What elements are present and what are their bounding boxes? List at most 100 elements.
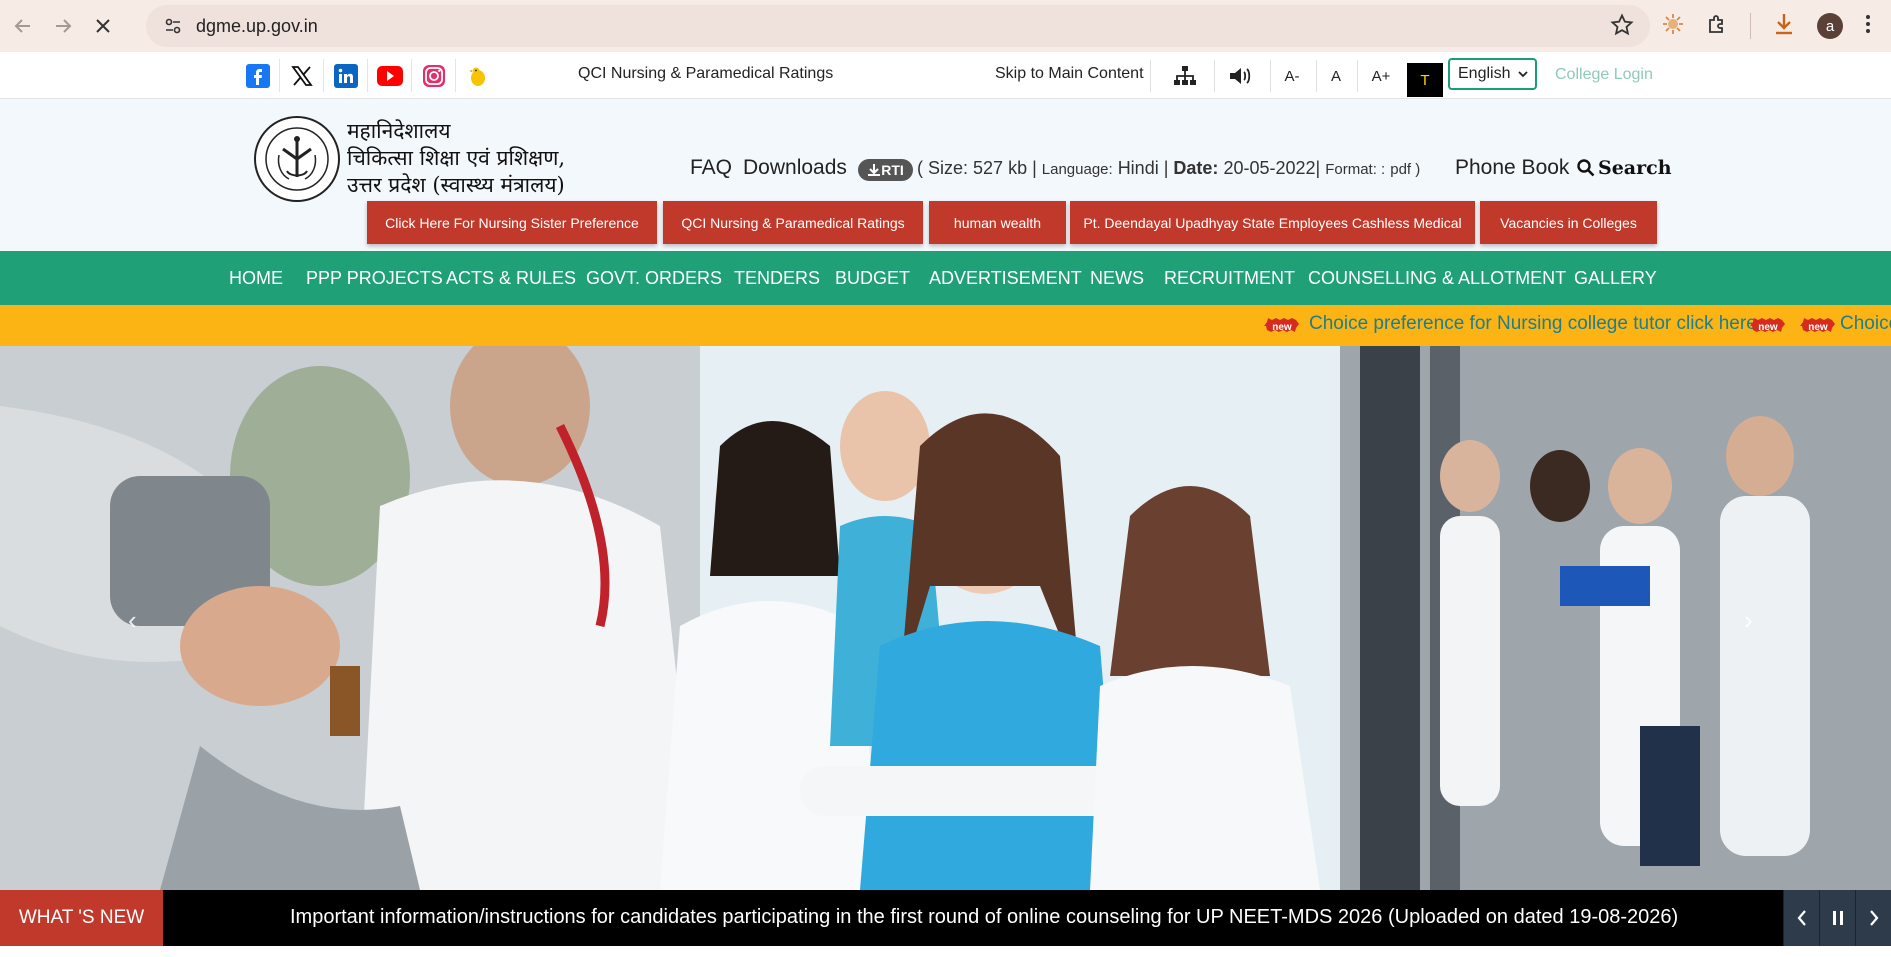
bookmark-star-icon[interactable] [1610, 13, 1634, 42]
close-icon [96, 19, 110, 33]
sitemap-icon[interactable] [1170, 60, 1200, 92]
nursing-sister-preference-button[interactable]: Click Here For Nursing Sister Preference [367, 201, 657, 244]
format-label: Format: : [1325, 161, 1386, 178]
nav-counselling-allotment[interactable]: COUNSELLING & ALLOTMENT [1308, 268, 1566, 289]
rti-label: RTI [881, 162, 904, 178]
carousel-next-icon[interactable]: › [1744, 605, 1753, 636]
up-government-emblem-logo[interactable] [253, 115, 341, 203]
carousel-prev-icon[interactable]: ‹ [128, 605, 137, 636]
language-label: Language: [1041, 161, 1113, 178]
qci-ratings-link[interactable]: QCI Nursing & Paramedical Ratings [578, 65, 833, 83]
whats-new-text[interactable]: Important information/instructions for c… [290, 906, 1678, 929]
back-button[interactable] [6, 9, 40, 43]
svg-text:new: new [1758, 322, 1778, 333]
divider [1270, 60, 1271, 92]
new-badge-icon: new [1750, 318, 1785, 333]
svg-text:new: new [1808, 322, 1828, 333]
size-value: 527 kb [973, 158, 1028, 178]
divider [1214, 60, 1215, 92]
address-bar[interactable]: dgme.up.gov.in [146, 5, 1650, 47]
nav-ppp-projects[interactable]: PPP PROJECTS [306, 268, 443, 289]
chevron-right-icon [1869, 910, 1878, 926]
department-name-line2: चिकित्सा शिक्षा एवं प्रशिक्षण, [347, 146, 566, 170]
youtube-icon[interactable] [368, 59, 412, 92]
site-info-icon[interactable] [158, 11, 188, 41]
x-icon[interactable] [280, 59, 324, 92]
nav-tenders[interactable]: TENDERS [734, 268, 820, 289]
qci-ratings-button[interactable]: QCI Nursing & Paramedical Ratings [663, 201, 923, 244]
nav-recruitment[interactable]: RECRUITMENT [1164, 268, 1295, 289]
format-value: pdf ) [1390, 161, 1421, 178]
divider [1357, 60, 1358, 92]
divider [1316, 60, 1317, 92]
size-label: ( Size: [917, 158, 969, 178]
whats-new-next-button[interactable] [1855, 890, 1891, 946]
language-value: Hindi [1117, 158, 1159, 178]
human-wealth-button[interactable]: human wealth [929, 201, 1066, 244]
nav-gallery[interactable]: GALLERY [1574, 268, 1657, 289]
faq-link[interactable]: FAQ [690, 156, 732, 180]
koo-icon[interactable] [456, 59, 500, 92]
nav-advertisement[interactable]: ADVERTISEMENT [929, 268, 1082, 289]
department-name-line3: उत्तर प्रदेश (स्वास्थ्य मंत्रालय) [347, 173, 565, 197]
browser-actions: a [1662, 0, 1891, 52]
main-navigation: HOME PPP PROJECTS ACTS & RULES GOVT. ORD… [0, 251, 1891, 305]
instagram-icon[interactable] [412, 59, 456, 92]
chevron-left-icon [1797, 910, 1806, 926]
rti-download-badge[interactable]: RTI [858, 159, 913, 181]
browser-toolbar: dgme.up.gov.in a [0, 0, 1891, 52]
vacancies-button[interactable]: Vacancies in Colleges [1480, 201, 1657, 244]
font-decrease-button[interactable]: A- [1280, 60, 1304, 92]
phone-book-link[interactable]: Phone Book [1455, 156, 1569, 180]
nav-home[interactable]: HOME [229, 268, 283, 289]
high-contrast-button[interactable]: T [1407, 63, 1443, 97]
nav-govt-orders[interactable]: GOVT. ORDERS [586, 268, 722, 289]
page-bottom-strip [0, 946, 1891, 957]
rti-file-meta: ( Size: 527 kb | Language: Hindi | Date:… [917, 158, 1421, 178]
chevron-down-icon [1517, 64, 1529, 87]
search-button[interactable]: Search [1577, 157, 1672, 179]
medical-staff-photo [0, 346, 1891, 890]
search-icon [1577, 159, 1595, 177]
search-label: Search [1598, 157, 1672, 179]
language-select[interactable]: English [1448, 58, 1537, 90]
college-login-link[interactable]: College Login [1555, 66, 1653, 84]
pause-icon [1832, 911, 1843, 925]
screen-reader-speaker-icon[interactable] [1226, 60, 1256, 92]
svg-text:new: new [1272, 322, 1292, 333]
announcement-ticker: new Choice preference for Nursing colleg… [0, 305, 1891, 346]
nav-budget[interactable]: BUDGET [835, 268, 910, 289]
date-label: Date: [1173, 158, 1219, 178]
forward-button[interactable] [46, 9, 80, 43]
date-value: 20-05-2022 [1223, 158, 1316, 178]
whats-new-pause-button[interactable] [1819, 890, 1855, 946]
whats-new-bar: WHAT 'S NEW Important information/instru… [0, 890, 1891, 946]
extensions-puzzle-icon[interactable] [1706, 13, 1728, 40]
language-selected-value: English [1458, 65, 1511, 82]
nav-acts-rules[interactable]: ACTS & RULES [446, 268, 576, 289]
cashless-medical-button[interactable]: Pt. Deendayal Upadhyay State Employees C… [1070, 201, 1475, 244]
arrow-right-icon [56, 19, 72, 33]
extension-sun-icon[interactable] [1662, 13, 1684, 40]
download-icon[interactable] [1773, 12, 1795, 41]
url-text[interactable]: dgme.up.gov.in [196, 16, 318, 37]
whats-new-prev-button[interactable] [1783, 890, 1819, 946]
stop-loading-button[interactable] [86, 9, 120, 43]
whats-new-label: WHAT 'S NEW [0, 890, 163, 946]
divider [1150, 60, 1151, 92]
kebab-menu-icon[interactable] [1865, 13, 1871, 40]
ticker-text-repeat[interactable]: Choice [1840, 313, 1891, 335]
facebook-icon[interactable] [236, 59, 280, 92]
download-icon [868, 164, 881, 176]
ticker-text[interactable]: Choice preference for Nursing college tu… [1309, 313, 1757, 335]
profile-avatar[interactable]: a [1817, 13, 1843, 39]
new-badge-icon: new [1264, 318, 1299, 333]
font-normal-button[interactable]: A [1326, 60, 1346, 92]
font-increase-button[interactable]: A+ [1367, 60, 1395, 92]
nav-news[interactable]: NEWS [1090, 268, 1144, 289]
department-name-line1: महानिदेशालय [347, 119, 451, 143]
linkedin-icon[interactable] [324, 59, 368, 92]
new-badge-icon: new [1800, 318, 1835, 333]
skip-to-main-link[interactable]: Skip to Main Content [995, 65, 1144, 83]
downloads-link[interactable]: Downloads [743, 156, 847, 180]
